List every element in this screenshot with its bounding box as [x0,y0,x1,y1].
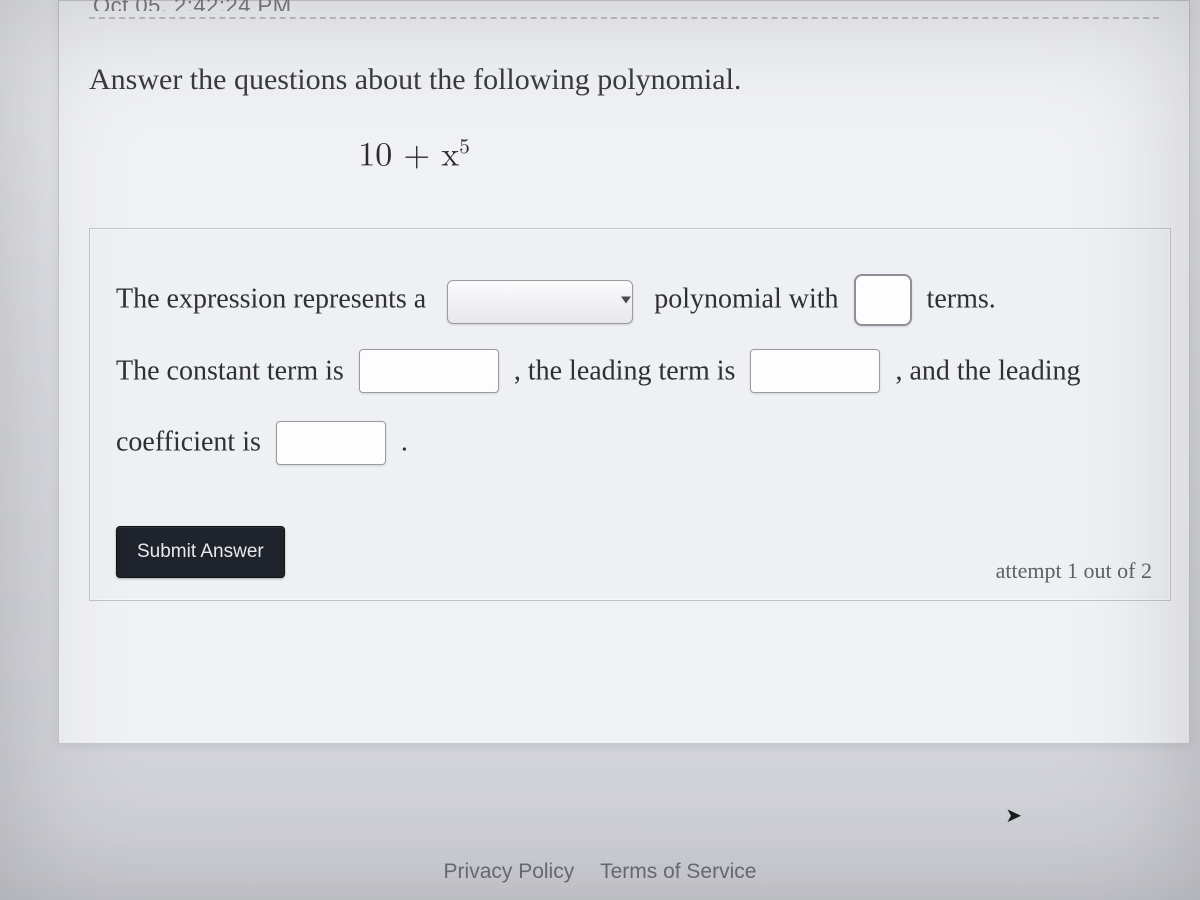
polynomial-expression: 10 + x5 [59,125,1189,228]
text-fragment: , the leading term is [514,355,736,386]
poly-type-select-wrap [439,265,641,335]
constant-term-input[interactable] [359,349,499,393]
answer-card: The expression represents a polynomial w… [89,228,1171,601]
question-prompt: Answer the questions about the following… [59,19,1189,125]
leading-term-input[interactable] [750,349,880,393]
fill-in-sentence: The expression represents a polynomial w… [116,263,1144,478]
text-fragment: The expression represents a [116,284,426,315]
submit-row: Submit Answer [116,526,1144,578]
text-fragment: polynomial with [654,284,838,315]
poly-type-select[interactable] [447,280,633,324]
mouse-cursor-icon: ➤ [1005,803,1022,828]
text-fragment: terms. [927,284,996,315]
page-card: Oct 05, 2:42:24 PM Answer the questions … [58,0,1190,744]
attempt-counter: attempt 1 out of 2 [996,558,1152,584]
privacy-policy-link[interactable]: Privacy Policy [444,860,575,883]
num-terms-input[interactable] [854,274,912,326]
polynomial-exponent: 5 [459,137,470,158]
text-fragment: . [401,427,408,458]
text-fragment: The constant term is [116,355,344,386]
screen: Oct 05, 2:42:24 PM Answer the questions … [0,0,1200,900]
footer-links: Privacy Policy Terms of Service [0,860,1200,884]
timestamp: Oct 05, 2:42:24 PM [59,0,1189,11]
terms-of-service-link[interactable]: Terms of Service [600,860,756,883]
text-fragment: , and the leading [895,355,1080,386]
text-fragment: coefficient is [116,427,261,458]
polynomial-base: 10 + x [358,138,459,172]
submit-answer-button[interactable]: Submit Answer [116,526,285,578]
leading-coef-input[interactable] [276,421,386,465]
